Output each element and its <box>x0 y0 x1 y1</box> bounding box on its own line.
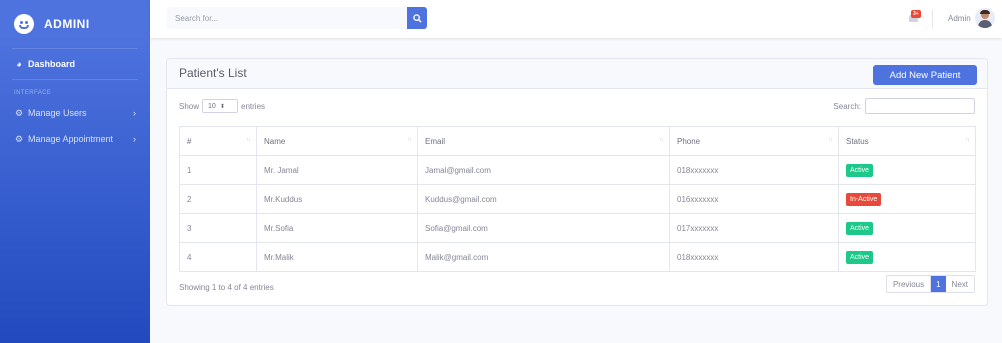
cell-name: Mr.Kuddus <box>256 184 418 214</box>
topbar: 3+ Admin <box>150 0 1002 38</box>
entries-length: Show 10 ⬍ entries <box>179 99 265 113</box>
table-row: 2 Mr.Kuddus Kuddus@gmail.com 016xxxxxxx … <box>179 184 976 214</box>
sidebar-item-label: Manage Appointment <box>28 134 114 144</box>
sidebar-item-manage-users[interactable]: ⚙ Manage Users › <box>0 100 150 126</box>
cell-email: Jamal@gmail.com <box>417 155 670 185</box>
status-badge[interactable]: Active <box>846 250 874 264</box>
pagination: Previous 1 Next <box>885 275 975 293</box>
cell-name: Mr.Sofia <box>256 213 418 243</box>
sidebar-item-label: Dashboard <box>28 59 76 69</box>
brand[interactable]: ADMINI <box>0 0 150 48</box>
chevron-right-icon: › <box>133 108 136 118</box>
entries-value: 10 <box>208 102 216 110</box>
search-label: Search: <box>833 101 861 111</box>
previous-page-button[interactable]: Previous <box>887 276 932 292</box>
cell-status: In-Active <box>838 184 976 214</box>
table-search-input[interactable] <box>865 98 975 114</box>
page-title: Patient's List <box>179 66 247 80</box>
sidebar-item-dashboard[interactable]: ◕ Dashboard <box>0 49 150 79</box>
alert-count-badge: 3+ <box>911 10 921 18</box>
sidebar-item-label: Manage Users <box>28 108 87 118</box>
entries-select[interactable]: 10 ⬍ <box>202 99 239 113</box>
sidebar-item-manage-appointment[interactable]: ⚙ Manage Appointment › <box>0 126 150 152</box>
dashboard-icon: ◕ <box>16 59 22 69</box>
table-filter: Search: <box>833 98 975 114</box>
gear-icon: ⚙ <box>14 107 24 118</box>
column-header-number[interactable]: # ↑↓ <box>179 126 257 156</box>
next-page-button[interactable]: Next <box>946 276 974 292</box>
cell-email: Kuddus@gmail.com <box>417 184 670 214</box>
status-badge[interactable]: Active <box>846 163 874 177</box>
entries-label: entries <box>241 101 266 111</box>
cell-phone: 018xxxxxxx <box>669 155 839 185</box>
table-info: Showing 1 to 4 of 4 entries <box>179 283 274 292</box>
column-header-phone[interactable]: Phone ↑↓ <box>669 126 839 156</box>
cell-status: Active <box>838 213 976 243</box>
cell-status: Active <box>838 155 976 185</box>
cell-name: Mr. Jamal <box>256 155 418 185</box>
sidebar: ADMINI ◕ Dashboard INTERFACE ⚙ Manage Us… <box>0 0 150 343</box>
gear-icon: ⚙ <box>14 133 24 144</box>
avatar[interactable] <box>975 8 995 28</box>
patients-card: Patient's List Add New Patient Show 10 ⬍… <box>166 58 988 306</box>
card-header: Patient's List Add New Patient <box>167 59 987 89</box>
table-header-row: # ↑↓ Name ↑↓ Email ↑↓ Phone ↑↓ Status ↑↓ <box>179 126 976 156</box>
laugh-icon <box>14 14 34 34</box>
cell-email: Sofia@gmail.com <box>417 213 670 243</box>
brand-name: ADMINI <box>44 17 90 31</box>
status-badge[interactable]: Active <box>846 221 874 235</box>
cell-phone: 018xxxxxxx <box>669 242 839 272</box>
column-header-status[interactable]: Status ↑↓ <box>838 126 976 156</box>
user-name[interactable]: Admin <box>948 14 971 23</box>
cell-phone: 017xxxxxxx <box>669 213 839 243</box>
table-row: 1 Mr. Jamal Jamal@gmail.com 018xxxxxxx A… <box>179 155 976 185</box>
table-row: 4 Mr.Malik Malik@gmail.com 018xxxxxxx Ac… <box>179 242 976 272</box>
table-row: 3 Mr.Sofia Sofia@gmail.com 017xxxxxxx Ac… <box>179 213 976 243</box>
status-badge[interactable]: In-Active <box>846 192 882 206</box>
sort-icon: ↑↓ <box>246 137 251 143</box>
cell-number: 4 <box>179 242 257 272</box>
sort-icon: ↑↓ <box>407 137 412 143</box>
sort-icon: ↑↓ <box>965 137 970 143</box>
cell-name: Mr.Malik <box>256 242 418 272</box>
cell-status: Active <box>838 242 976 272</box>
cell-email: Malik@gmail.com <box>417 242 670 272</box>
add-new-patient-button[interactable]: Add New Patient <box>873 65 977 85</box>
search-icon <box>412 13 422 23</box>
cell-number: 1 <box>179 155 257 185</box>
patients-table: # ↑↓ Name ↑↓ Email ↑↓ Phone ↑↓ Status ↑↓ 1 Mr… <box>179 126 976 272</box>
show-label: Show <box>179 101 200 111</box>
alerts-button[interactable]: 3+ <box>906 10 922 24</box>
column-header-email[interactable]: Email ↑↓ <box>417 126 670 156</box>
column-header-name[interactable]: Name ↑↓ <box>256 126 418 156</box>
cell-number: 3 <box>179 213 257 243</box>
sort-icon: ↑↓ <box>659 137 664 143</box>
chevron-right-icon: › <box>133 134 136 144</box>
cell-number: 2 <box>179 184 257 214</box>
sort-icon: ↑↓ <box>828 137 833 143</box>
topbar-search <box>167 7 427 29</box>
search-button[interactable] <box>407 7 427 29</box>
topbar-divider <box>932 10 933 28</box>
select-arrows-icon: ⬍ <box>219 103 225 110</box>
page-1-button[interactable]: 1 <box>931 276 946 292</box>
search-input[interactable] <box>167 7 407 29</box>
cell-phone: 016xxxxxxx <box>669 184 839 214</box>
sidebar-heading: INTERFACE <box>14 90 52 96</box>
